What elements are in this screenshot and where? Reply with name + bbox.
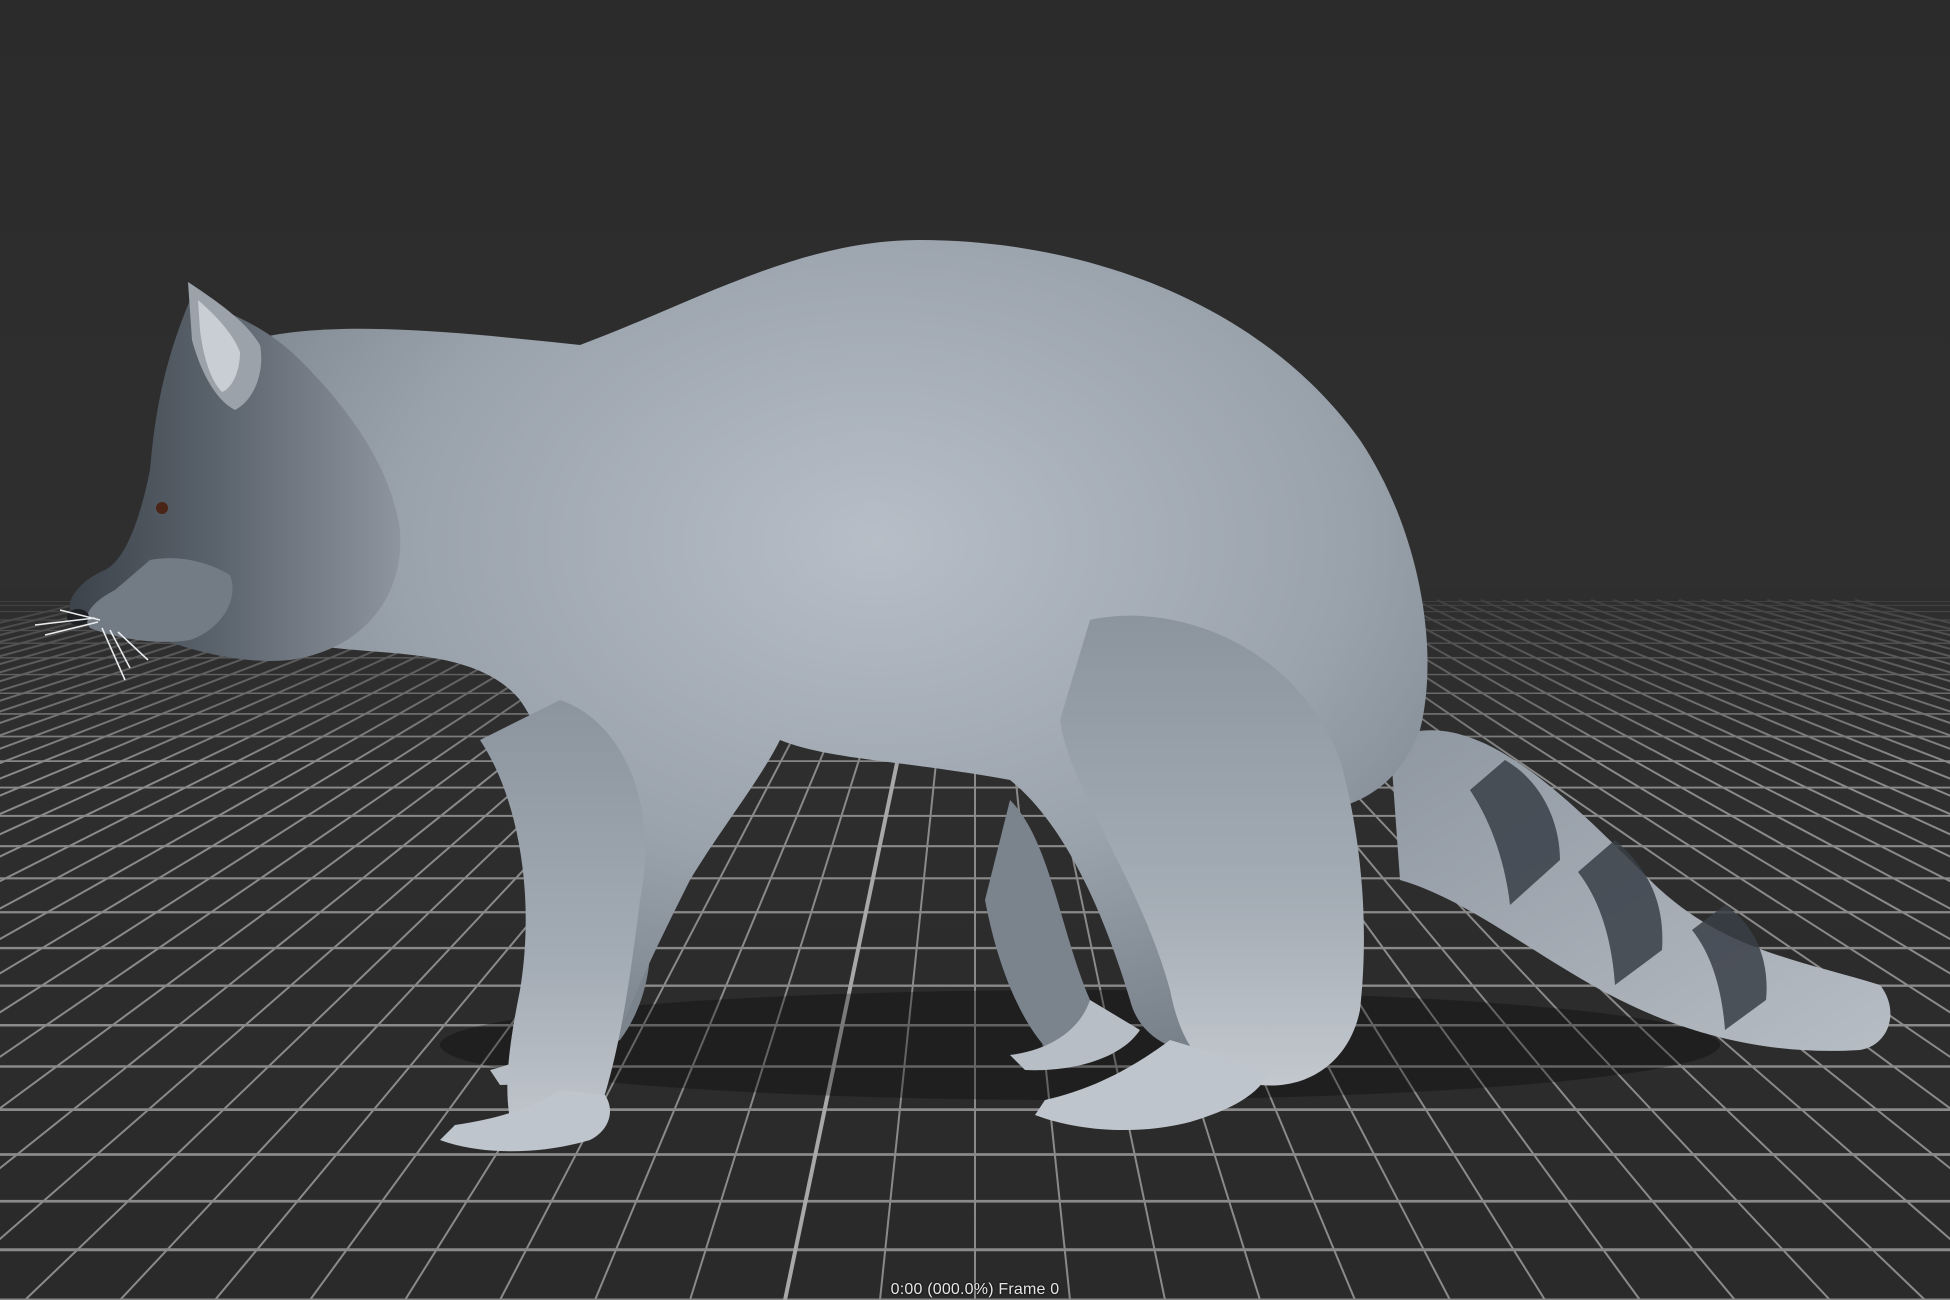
viewport-scene[interactable]	[0, 0, 1950, 1300]
frame-readout: 0:00 (000.0%) Frame 0	[890, 1281, 1060, 1298]
raccoon-eye	[156, 502, 168, 514]
3d-viewport[interactable]: 0:00 (000.0%) Frame 0	[0, 0, 1950, 1300]
